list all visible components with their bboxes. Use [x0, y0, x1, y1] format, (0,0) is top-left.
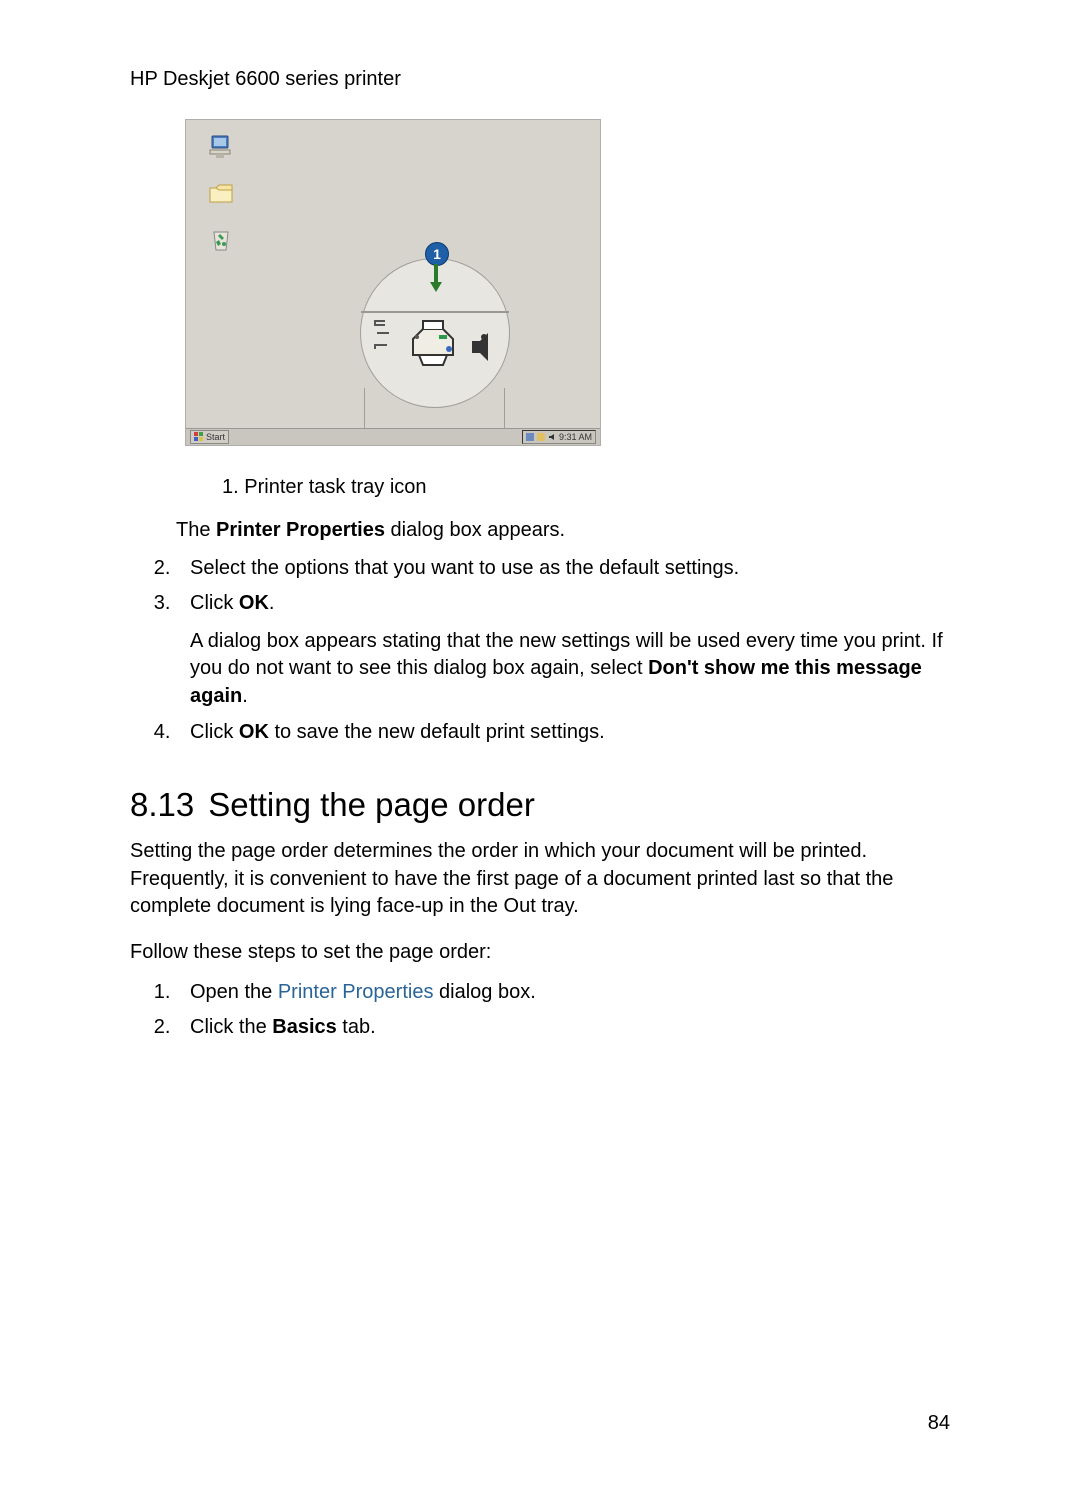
- text-bold: OK: [239, 592, 269, 614]
- text-bold: OK: [239, 721, 269, 743]
- step-item: Click OK to save the new default print s…: [176, 719, 950, 747]
- taskbar-clock: 9:31 AM: [559, 432, 592, 442]
- step-item: Open the Printer Properties dialog box.: [176, 979, 950, 1007]
- step-item: Select the options that you want to use …: [176, 555, 950, 583]
- step-substep: A dialog box appears stating that the ne…: [190, 628, 950, 711]
- step-item: Click the Basics tab.: [176, 1014, 950, 1042]
- my-computer-icon: [206, 134, 236, 162]
- desktop-screenshot-figure: 1 Start: [185, 119, 601, 446]
- text-fragment: dialog box appears.: [385, 519, 565, 541]
- tray-printer-mini-icon: [537, 433, 545, 441]
- page-number: 84: [928, 1412, 950, 1435]
- section-number: 8.13: [130, 786, 194, 823]
- text-fragment: Click: [190, 592, 239, 614]
- caption-text: Printer task tray icon: [244, 476, 426, 498]
- text-bold: Printer Properties: [216, 519, 385, 541]
- tray-speaker-mini-icon: [548, 433, 556, 441]
- text-fragment: .: [269, 592, 275, 614]
- tray-expand-icon: [371, 317, 399, 362]
- recycle-bin-icon: [206, 226, 236, 254]
- tray-icon: [526, 433, 534, 441]
- callout-arrow-icon: [434, 264, 438, 282]
- section-heading: 8.13 Setting the page order: [130, 786, 950, 824]
- text-fragment: .: [242, 685, 248, 707]
- document-page: HP Deskjet 6600 series printer: [0, 0, 1080, 1495]
- steps-list-b: Open the Printer Properties dialog box. …: [146, 979, 950, 1042]
- text-fragment: Click the: [190, 1016, 272, 1038]
- text-fragment: to save the new default print settings.: [269, 721, 605, 743]
- steps-list-a: Select the options that you want to use …: [146, 555, 950, 747]
- text-fragment: Open the: [190, 981, 278, 1003]
- text-bold: Basics: [272, 1016, 337, 1038]
- link-text[interactable]: Printer Properties: [278, 981, 434, 1003]
- section-title: Setting the page order: [208, 786, 535, 823]
- text-fragment: Click: [190, 721, 239, 743]
- speaker-tray-icon: [466, 327, 496, 372]
- text-fragment: The: [176, 519, 216, 541]
- taskbar-edge-line: [361, 311, 509, 313]
- start-button-label: Start: [206, 432, 225, 442]
- folder-icon: [206, 180, 236, 208]
- figure-container: 1 Start: [185, 119, 950, 446]
- text-fragment: tab.: [337, 1016, 376, 1038]
- printer-properties-note: The Printer Properties dialog box appear…: [176, 517, 950, 545]
- section-lead: Follow these steps to set the page order…: [130, 939, 950, 967]
- windows-taskbar: Start 9:31 AM: [186, 428, 600, 445]
- magnifier-guide-line: [504, 388, 505, 430]
- caption-number: 1.: [222, 476, 239, 498]
- step-text: Select the options that you want to use …: [190, 557, 739, 579]
- printer-tray-icon: [403, 319, 459, 374]
- magnifier-guide-line: [364, 388, 365, 430]
- text-fragment: dialog box.: [433, 981, 535, 1003]
- system-tray: 9:31 AM: [522, 430, 596, 444]
- figure-caption: 1. Printer task tray icon: [222, 476, 950, 499]
- callout-number-badge: 1: [425, 242, 449, 266]
- step-item: Click OK. A dialog box appears stating t…: [176, 590, 950, 710]
- start-button: Start: [190, 430, 229, 444]
- page-header: HP Deskjet 6600 series printer: [130, 68, 950, 91]
- windows-logo-icon: [194, 432, 204, 442]
- section-paragraph: Setting the page order determines the or…: [130, 838, 950, 921]
